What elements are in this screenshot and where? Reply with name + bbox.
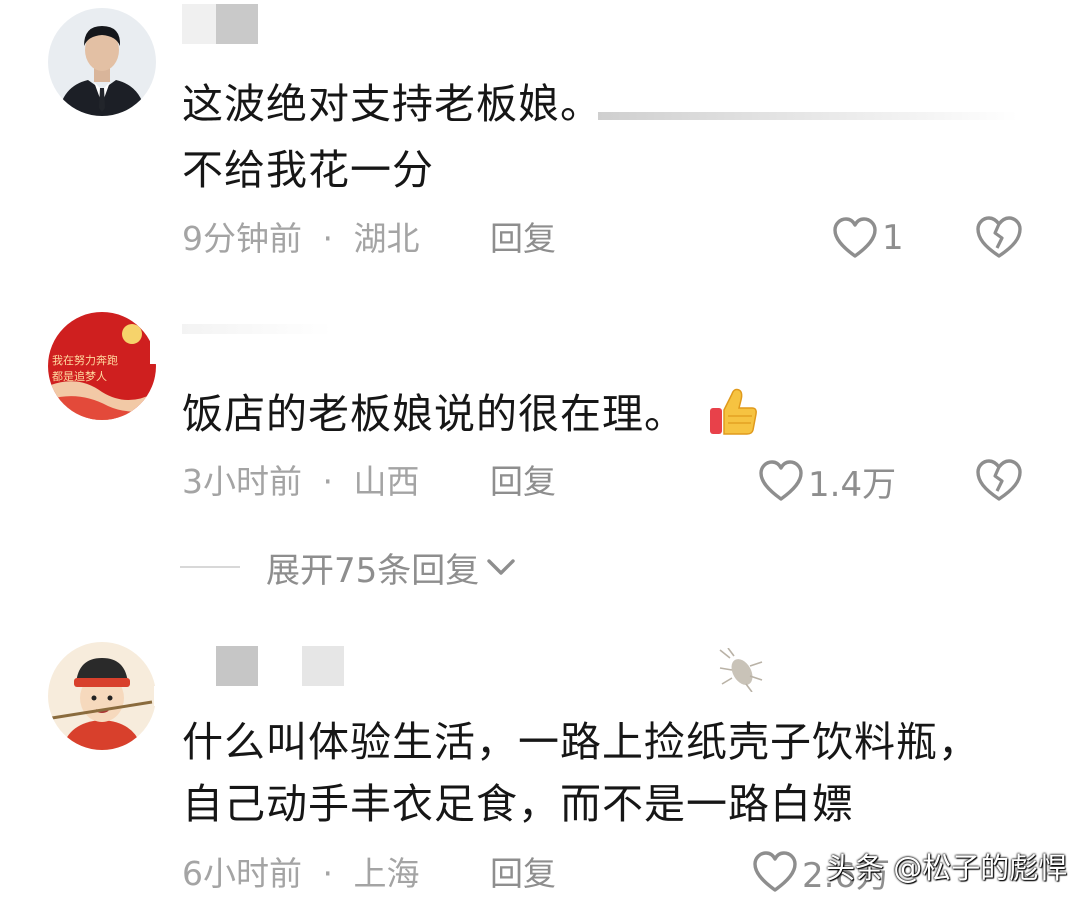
comment-text-line: 什么叫体验生活，一路上捡纸壳子饮料瓶，	[182, 718, 980, 766]
meta-separator: ·	[322, 219, 334, 258]
avatar[interactable]	[48, 8, 156, 116]
avatar-caption: 我在努力奔跑	[52, 354, 118, 367]
comment-text-line: 这波绝对支持老板娘。	[182, 80, 602, 128]
comment-text-line: 自己动手丰衣足食，而不是一路白嫖	[182, 780, 854, 828]
avatar[interactable]	[48, 642, 156, 750]
broken-heart-icon	[976, 216, 1022, 258]
comment-text-line: 饭店的老板娘说的很在理。	[182, 386, 760, 440]
comment-location: 上海	[353, 854, 420, 893]
dislike-button[interactable]	[974, 457, 1024, 505]
comment-meta: 6小时前 · 上海	[182, 854, 420, 894]
avatar-corner-mask	[150, 340, 174, 364]
broken-heart-icon	[976, 459, 1022, 501]
heart-outline-icon	[759, 460, 803, 501]
like-button[interactable]: 1.4万	[758, 457, 896, 505]
comment-text-line: 不给我花一分	[182, 146, 434, 194]
meta-separator: ·	[322, 854, 334, 893]
expand-replies-label: 展开75条回复	[266, 550, 480, 591]
watermark: 头条 @松子的彪悍	[826, 851, 1068, 885]
dislike-button[interactable]	[974, 214, 1024, 262]
comment-time: 6小时前	[182, 854, 302, 893]
like-count: 1.4万	[808, 464, 897, 505]
comment-time: 3小时前	[182, 462, 302, 501]
thumbs-up-icon	[710, 388, 757, 435]
like-button[interactable]: 1	[832, 214, 904, 262]
reply-button[interactable]: 回复	[490, 462, 556, 502]
like-count: 1	[882, 218, 904, 258]
meta-separator: ·	[322, 462, 334, 501]
cockroach-icon	[719, 648, 763, 692]
avatar-caption: 都是追梦人	[52, 370, 107, 383]
comment-meta: 9分钟前 · 湖北	[182, 219, 420, 259]
comment-meta: 3小时前 · 山西	[182, 462, 420, 502]
cartoon-official-avatar-icon	[48, 642, 156, 750]
heart-outline-icon	[753, 851, 797, 892]
comment-location: 山西	[353, 462, 420, 501]
expand-replies-button[interactable]: 展开75条回复	[180, 545, 519, 591]
divider	[180, 566, 240, 568]
reply-button[interactable]: 回复	[490, 854, 556, 894]
man-in-suit-avatar-icon	[48, 8, 156, 116]
avatar-corner-mask	[154, 686, 174, 706]
reply-button[interactable]: 回复	[490, 219, 556, 259]
chevron-down-icon	[487, 559, 515, 575]
heart-outline-icon	[833, 217, 877, 258]
comment-location: 湖北	[353, 219, 420, 258]
comment-time: 9分钟前	[182, 219, 302, 258]
text-overflow-fade	[598, 112, 1018, 120]
